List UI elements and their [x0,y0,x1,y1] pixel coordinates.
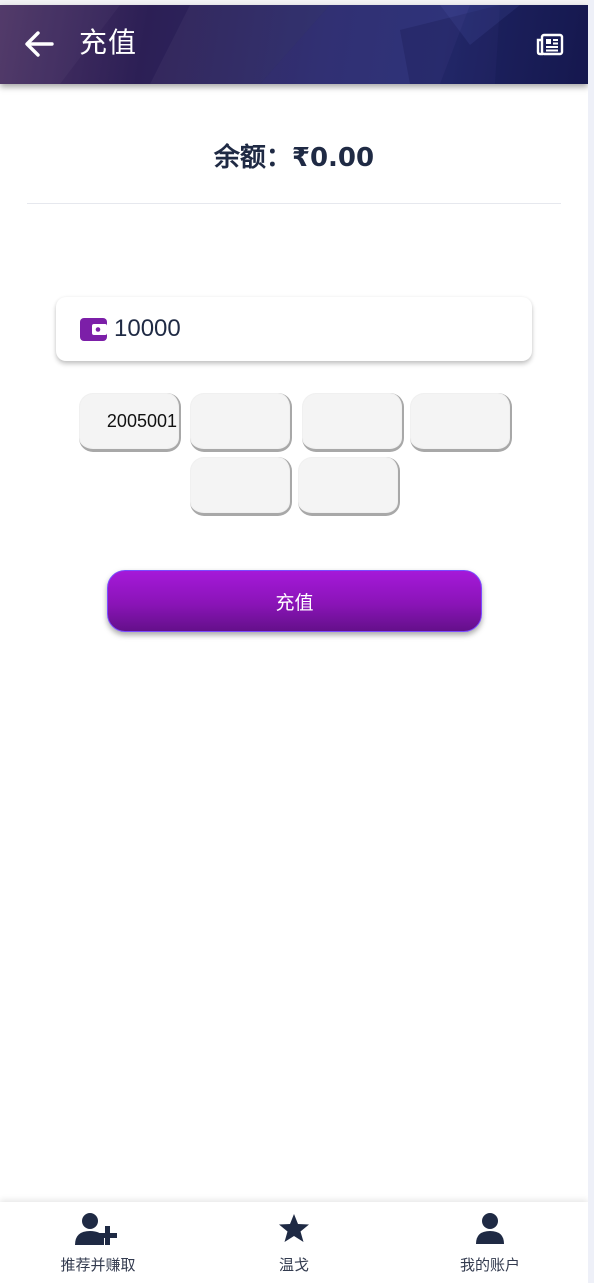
user-icon [476,1213,504,1244]
bottom-navigation: 推荐并赚取 温戈 我的账户 [0,1202,588,1283]
balance-display: 余额：₹0.00 [0,136,588,180]
amount-input[interactable] [114,309,514,349]
quick-amount-button[interactable] [190,457,292,516]
quick-amount-button[interactable] [190,393,292,452]
arrow-left-icon [25,31,54,57]
quick-amount-button[interactable] [410,393,512,452]
balance-value: ₹0.00 [291,143,375,173]
nav-label: 温戈 [278,1256,309,1274]
recharge-button[interactable]: 充值 [107,570,482,632]
amount-field-card [56,297,532,361]
page-title: 充值 [79,26,138,59]
back-button[interactable] [22,27,56,61]
user-plus-icon [75,1213,117,1245]
recharge-screen: 充值 余额：₹0.00 2005001 充值 [0,0,588,1283]
nav-item-my-account[interactable]: 我的账户 [392,1202,588,1283]
nav-label: 推荐并赚取 [60,1256,136,1274]
nav-item-wingo[interactable]: 温戈 [196,1202,392,1283]
records-button[interactable] [534,30,566,60]
quick-amount-button[interactable]: 2005001 [79,393,181,452]
quick-amount-button[interactable] [302,393,404,452]
wallet-icon [80,318,107,341]
balance-label: 余额： [213,143,292,173]
nav-label: 我的账户 [459,1256,520,1274]
nav-item-refer-and-earn[interactable]: 推荐并赚取 [0,1202,196,1283]
quick-amount-button[interactable] [298,457,400,516]
newspaper-icon [536,33,564,56]
divider [27,203,561,204]
app-header: 充值 [0,5,588,84]
star-icon [279,1214,309,1242]
